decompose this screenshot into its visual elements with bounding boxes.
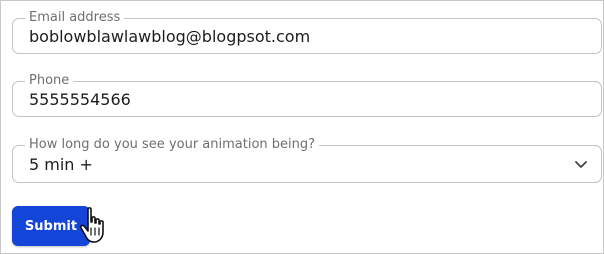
form-panel: Email address boblowblawlawblog@blogpsot… bbox=[0, 0, 604, 254]
animation-length-value: 5 min + bbox=[29, 155, 93, 174]
email-value: boblowblawlawblog@blogpsot.com bbox=[29, 27, 311, 46]
phone-value: 5555554566 bbox=[29, 90, 131, 109]
chevron-down-icon[interactable] bbox=[573, 156, 589, 172]
phone-label: Phone bbox=[25, 73, 74, 89]
animation-length-select[interactable]: How long do you see your animation being… bbox=[12, 137, 602, 183]
email-field[interactable]: Email address boblowblawlawblog@blogpsot… bbox=[12, 10, 602, 54]
email-label: Email address bbox=[25, 10, 125, 26]
phone-field[interactable]: Phone 5555554566 bbox=[12, 73, 602, 117]
animation-length-label: How long do you see your animation being… bbox=[25, 137, 320, 153]
hand-pointer-cursor-icon bbox=[79, 207, 104, 243]
